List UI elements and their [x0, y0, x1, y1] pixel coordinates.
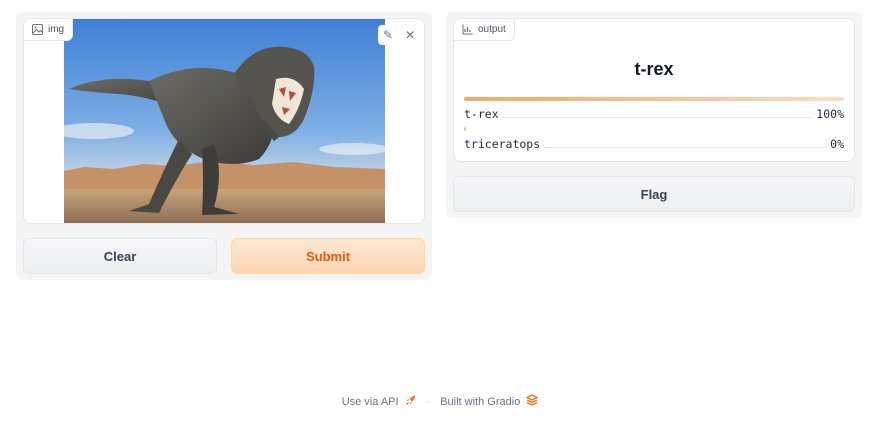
- dotted-leader: [502, 117, 813, 118]
- confidence-label: t-rex: [464, 107, 499, 121]
- image-icon: [32, 24, 43, 35]
- gradio-logo-icon: [525, 394, 539, 409]
- image-input[interactable]: img ✎ ✕: [23, 18, 425, 224]
- output-label-tag: output: [454, 19, 515, 41]
- uploaded-image: [64, 19, 385, 223]
- rocket-icon: [405, 394, 417, 409]
- chart-icon: [462, 24, 473, 35]
- confidence-bar: [464, 127, 466, 131]
- confidence-value: 100%: [816, 107, 844, 121]
- footer-separator: ·: [426, 395, 431, 408]
- confidence-bar-track: [464, 127, 844, 131]
- confidence-value: 0%: [830, 137, 844, 151]
- output-label: output: [478, 24, 506, 35]
- input-panel: img ✎ ✕ Clear Submit: [16, 12, 432, 280]
- confidence-bar-track: [464, 97, 844, 101]
- close-icon[interactable]: ✕: [400, 25, 420, 45]
- submit-button[interactable]: Submit: [231, 238, 425, 274]
- dotted-leader: [544, 147, 827, 148]
- use-via-api-link[interactable]: Use via API: [342, 396, 399, 408]
- predicted-label: t-rex: [634, 59, 674, 79]
- edit-icon[interactable]: ✎: [378, 25, 398, 45]
- label-output: output t-rex t-rex 100% triceratops 0%: [453, 18, 855, 162]
- built-with-gradio-link[interactable]: Built with Gradio: [440, 396, 520, 408]
- image-tools: ✎ ✕: [378, 25, 420, 45]
- output-panel: output t-rex t-rex 100% triceratops 0% F…: [446, 12, 862, 218]
- footer: Use via API · Built with Gradio: [0, 394, 880, 409]
- clear-button[interactable]: Clear: [23, 238, 217, 274]
- confidence-row: triceratops 0%: [464, 127, 844, 151]
- confidence-bar: [464, 97, 844, 101]
- image-input-label: img: [48, 24, 65, 35]
- flag-button[interactable]: Flag: [453, 176, 855, 212]
- confidence-row: t-rex 100%: [464, 97, 844, 121]
- confidence-label: triceratops: [464, 137, 541, 151]
- image-input-label-tag: img: [24, 19, 74, 41]
